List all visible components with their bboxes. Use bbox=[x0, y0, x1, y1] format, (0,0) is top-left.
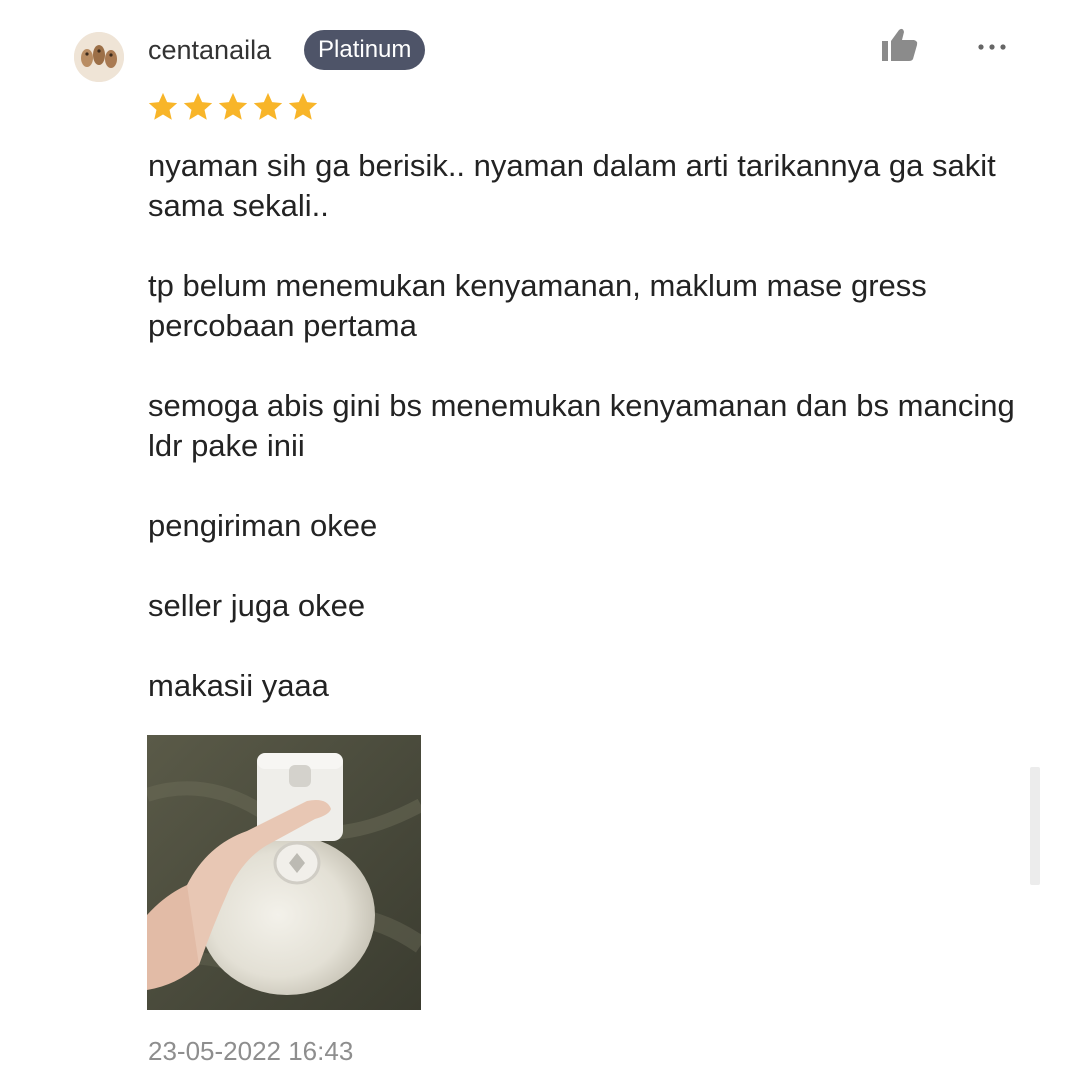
star-icon bbox=[148, 92, 178, 120]
review-photo[interactable] bbox=[147, 735, 421, 1010]
review-paragraph: tp belum menemukan kenyamanan, maklum ma… bbox=[148, 268, 927, 343]
review-paragraph: pengiriman okee bbox=[148, 508, 378, 543]
review-paragraph: seller juga okee bbox=[148, 588, 366, 623]
review-text: nyaman sih ga berisik.. nyaman dalam art… bbox=[148, 146, 1028, 746]
review-card: centanaila Platinum nyaman sih ga berisi… bbox=[0, 0, 1080, 1080]
avatar[interactable] bbox=[74, 32, 124, 82]
like-button[interactable] bbox=[876, 26, 924, 68]
star-icon bbox=[218, 92, 248, 120]
member-badge: Platinum bbox=[304, 30, 426, 70]
star-icon bbox=[253, 92, 283, 120]
review-paragraph: nyaman sih ga berisik.. nyaman dalam art… bbox=[148, 148, 996, 223]
more-dots-icon bbox=[978, 44, 1006, 50]
star-icon bbox=[288, 92, 318, 120]
star-rating bbox=[146, 90, 320, 124]
more-options-button[interactable] bbox=[972, 30, 1012, 64]
review-paragraph: makasii yaaa bbox=[148, 668, 329, 703]
username[interactable]: centanaila bbox=[148, 32, 271, 68]
review-paragraph: semoga abis gini bs menemukan kenyamanan… bbox=[148, 388, 1015, 463]
review-date: 23-05-2022 16:43 bbox=[148, 1036, 354, 1066]
thumbs-up-icon bbox=[882, 28, 918, 61]
star-icon bbox=[183, 92, 213, 120]
scrollbar[interactable] bbox=[1030, 767, 1040, 885]
